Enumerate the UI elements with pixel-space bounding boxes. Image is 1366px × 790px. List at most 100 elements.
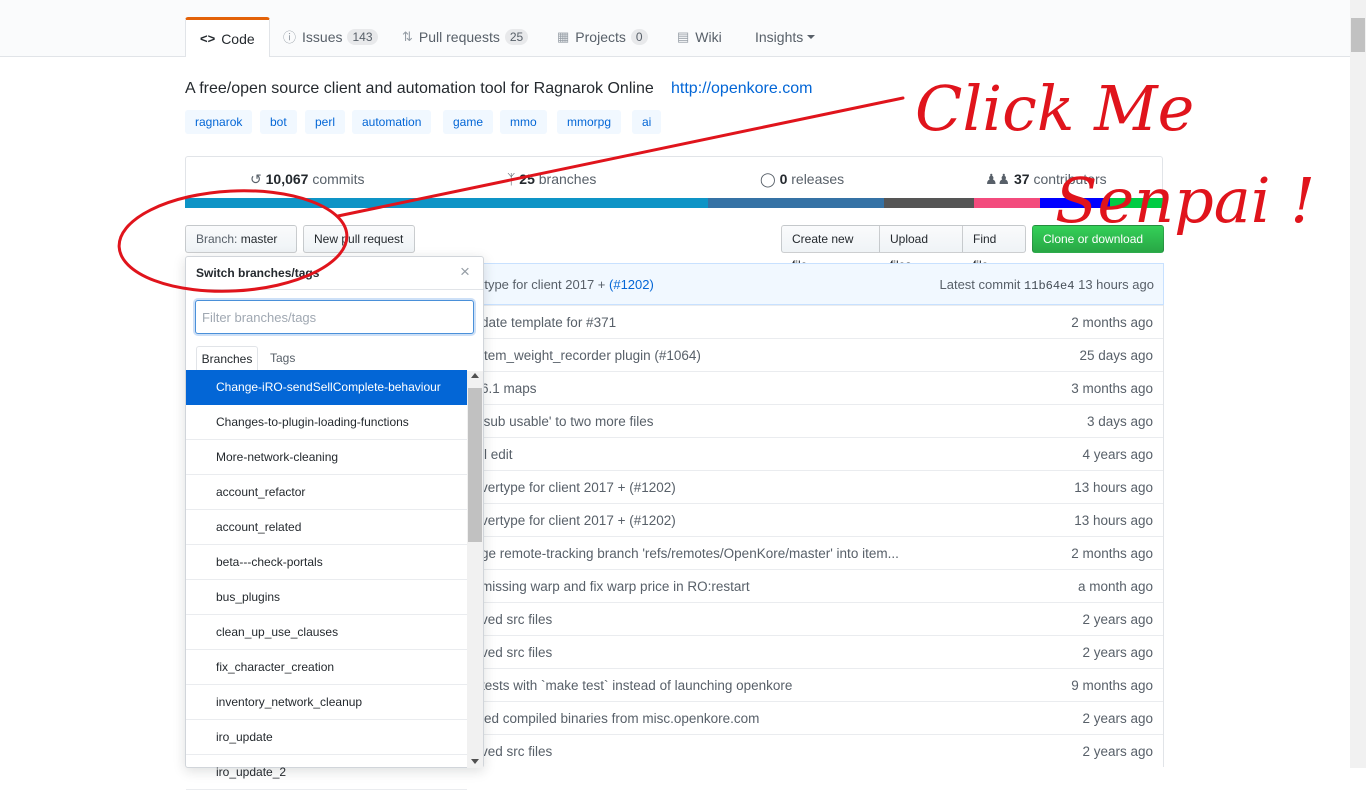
close-icon[interactable]: ×: [460, 262, 470, 282]
divider: [186, 289, 483, 290]
clone-label: Clone or download: [1043, 232, 1144, 246]
issue-icon: ⓘ: [283, 30, 297, 45]
file-age: 2 months ago: [1071, 315, 1153, 330]
language-segment: [185, 198, 708, 208]
create-new-file-button[interactable]: Create new file: [781, 225, 880, 272]
chevron-down-icon: [807, 34, 816, 39]
commit-age: 13 hours ago: [1078, 277, 1154, 292]
file-commit-message[interactable]: ge remote-tracking branch 'refs/remotes/…: [481, 546, 899, 561]
file-commit-message[interactable]: ved src files: [481, 645, 552, 660]
file-row: ved src files 2 years ago: [471, 734, 1163, 767]
file-commit-message[interactable]: led compiled binaries from misc.openkore…: [481, 711, 759, 726]
tab-issues[interactable]: ⓘ Issues 143: [283, 17, 378, 56]
branch-item[interactable]: More-network-cleaning: [186, 440, 467, 475]
branch-item[interactable]: Changes-to-plugin-loading-functions: [186, 405, 467, 440]
language-segment: [974, 198, 1040, 208]
page-scrollbar[interactable]: [1350, 0, 1366, 768]
branch-item[interactable]: inventory_network_cleanup: [186, 685, 467, 720]
pull-requests-counter: 25: [504, 28, 529, 45]
scroll-up-icon[interactable]: [471, 373, 479, 378]
branch-icon: ᛉ: [507, 171, 516, 187]
projects-counter: 0: [630, 28, 648, 45]
branch-item[interactable]: iro_update: [186, 720, 467, 755]
branch-item[interactable]: iro_update_2: [186, 755, 467, 790]
file-commit-message[interactable]: 'sub usable' to two more files: [481, 414, 654, 429]
branch-name: master: [240, 232, 278, 246]
branch-select-button[interactable]: Branch: master: [185, 225, 297, 268]
page-scrollbar-thumb[interactable]: [1351, 18, 1365, 52]
file-row: ge remote-tracking branch 'refs/remotes/…: [471, 536, 1163, 569]
file-row: led compiled binaries from misc.openkore…: [471, 701, 1163, 734]
file-age: 2 months ago: [1071, 546, 1153, 561]
branch-item[interactable]: bus_plugins: [186, 580, 467, 615]
language-bar[interactable]: [185, 198, 1163, 208]
find-file-button[interactable]: Find file: [962, 225, 1026, 272]
file-row: vertype for client 2017 + (#1202) 13 hour…: [471, 470, 1163, 503]
contributors-link[interactable]: ♟♟ 37 contributors: [985, 171, 1107, 188]
file-commit-message[interactable]: ved src files: [481, 744, 552, 759]
branches-link[interactable]: ᛉ 25 branches: [507, 171, 596, 187]
file-commit-message[interactable]: date template for #371: [481, 315, 616, 330]
tab-branches[interactable]: Branches: [196, 346, 258, 372]
branch-filter-input[interactable]: [195, 300, 474, 334]
code-icon: <>: [200, 31, 216, 46]
repo-homepage-link[interactable]: http://openkore.com: [671, 80, 812, 98]
file-row: 'sub usable' to two more files 3 days ago: [471, 404, 1163, 437]
language-segment: [1040, 198, 1110, 208]
topic-tag[interactable]: bot: [260, 110, 297, 134]
branch-item[interactable]: account_refactor: [186, 475, 467, 510]
file-row: missing warp and fix warp price in RO:re…: [471, 569, 1163, 602]
file-age: 3 days ago: [1086, 414, 1153, 429]
file-commit-message[interactable]: ll edit: [481, 447, 513, 462]
tab-wiki[interactable]: ▤ Wiki: [677, 17, 722, 56]
branch-item[interactable]: clean_up_use_clauses: [186, 615, 467, 650]
commit-issue-link[interactable]: (#1202): [609, 277, 654, 292]
clone-or-download-button[interactable]: Clone or download: [1032, 225, 1164, 268]
file-age: 2 years ago: [1082, 711, 1153, 726]
commits-label: commits: [312, 171, 365, 187]
branch-item[interactable]: Change-iRO-sendSellComplete-behaviour: [186, 370, 467, 405]
branch-item[interactable]: account_related: [186, 510, 467, 545]
commits-link[interactable]: ↺ 10,067 commits: [250, 171, 364, 188]
file-row: vertype for client 2017 + (#1202) 13 hour…: [471, 503, 1163, 536]
branch-item[interactable]: fix_character_creation: [186, 650, 467, 685]
tab-code[interactable]: <> Code: [185, 17, 270, 57]
file-commit-message[interactable]: vertype for client 2017 + (#1202): [481, 513, 676, 528]
dropdown-scrollbar-thumb[interactable]: [468, 388, 482, 542]
file-commit-message[interactable]: item_weight_recorder plugin (#1064): [481, 348, 701, 363]
branches-count: 25: [519, 171, 535, 187]
scroll-down-icon[interactable]: [471, 759, 479, 764]
repo-description: A free/open source client and automation…: [185, 80, 654, 97]
new-pull-request-button[interactable]: New pull request: [303, 225, 415, 253]
history-icon: ↺: [250, 171, 262, 187]
releases-link[interactable]: ◯ 0 releases: [760, 171, 844, 188]
file-commit-message[interactable]: missing warp and fix warp price in RO:re…: [481, 579, 750, 594]
branch-item[interactable]: beta---check-portals: [186, 545, 467, 580]
annotation-text-line1: Click Me: [915, 72, 1194, 145]
topic-tag[interactable]: mmorpg: [557, 110, 622, 134]
topic-tag[interactable]: ragnarok: [185, 110, 253, 134]
file-age: 2 years ago: [1082, 744, 1153, 759]
releases-label: releases: [791, 171, 845, 187]
language-segment: [884, 198, 974, 208]
contributors-count: 37: [1014, 171, 1030, 187]
tab-insights[interactable]: Insights: [755, 17, 816, 56]
topic-tag[interactable]: automation: [352, 110, 432, 134]
tab-projects[interactable]: ▦ Projects 0: [557, 17, 648, 56]
commit-sha[interactable]: 11b64e4: [1024, 279, 1074, 293]
file-age: a month ago: [1077, 579, 1153, 594]
upload-files-button[interactable]: Upload files: [879, 225, 963, 272]
file-row: ved src files 2 years ago: [471, 602, 1163, 635]
topic-tag[interactable]: mmo: [500, 110, 547, 134]
file-commit-message[interactable]: 6.1 maps: [481, 381, 537, 396]
topic-tag[interactable]: ai: [632, 110, 662, 134]
file-commit-message[interactable]: vertype for client 2017 + (#1202): [481, 480, 676, 495]
file-commit-message[interactable]: tests with `make test` instead of launch…: [481, 678, 792, 693]
commit-message[interactable]: rtype for client 2017 +: [480, 277, 605, 292]
topic-tag[interactable]: perl: [305, 110, 346, 134]
file-commit-message[interactable]: ved src files: [481, 612, 552, 627]
tab-pull-requests[interactable]: ⇅ Pull requests 25: [402, 17, 529, 56]
tab-tags[interactable]: Tags: [270, 351, 295, 365]
branch-prefix: Branch:: [196, 232, 238, 246]
topic-tag[interactable]: game: [443, 110, 494, 134]
